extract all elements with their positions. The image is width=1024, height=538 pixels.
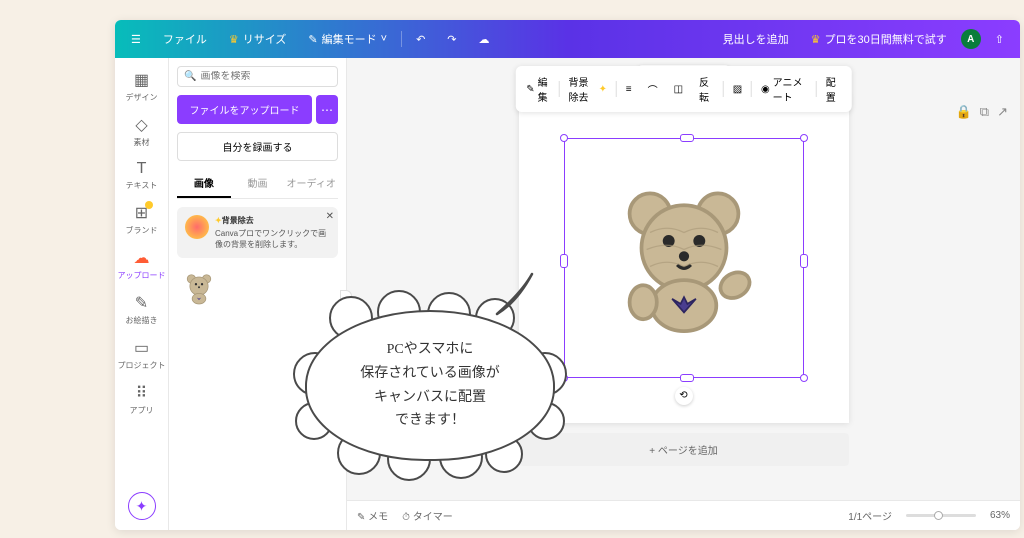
upload-thumb-bear[interactable] <box>177 266 221 310</box>
timer-button[interactable]: ⏱ タイマー <box>402 508 453 523</box>
add-page-button[interactable]: + ページを追加 <box>519 433 849 466</box>
nav-upload[interactable]: ☁アップロード <box>118 242 166 287</box>
user-avatar[interactable]: A <box>961 29 981 49</box>
selected-image-frame[interactable]: ⟲ <box>564 138 804 378</box>
magic-button[interactable]: ✦ <box>128 492 156 520</box>
corner-icon[interactable]: ⌒ <box>641 78 665 101</box>
try-pro-button[interactable]: ♛ プロを30日間無料で試す <box>803 27 955 51</box>
pencil-icon: ✎ <box>135 293 148 313</box>
context-toolbar: ✎ 編集 背景除去 ✦ ≡ ⌒ ◫ 反転 ▨ ◉ アニメート 配置 <box>515 66 852 112</box>
resize-handle-tm[interactable] <box>680 134 694 142</box>
crop-icon[interactable]: ◫ <box>667 80 690 99</box>
pro-badge <box>145 201 153 209</box>
search-input-wrap[interactable]: 🔍 <box>177 66 338 87</box>
tip-body: Canvaプロでワンクリックで画像の背景を削除します。 <box>215 228 330 250</box>
canvas-page-1[interactable]: ↻ 🔓 ⧉ 🗑 ⋯ <box>519 93 849 423</box>
file-menu[interactable]: ファイル <box>155 27 215 51</box>
nav-projects[interactable]: ▭プロジェクト <box>118 332 166 377</box>
media-tabs: 画像 動画 オーディオ <box>177 169 338 199</box>
animate-button[interactable]: ◉ アニメート <box>754 70 814 108</box>
cloud-sync-icon[interactable]: ☁ <box>471 29 498 50</box>
app-window: ☰ ファイル ♛リサイズ ✎ 編集モード ˅ ↶ ↷ ☁ 見出しを追加 ♛ プロ… <box>115 20 1020 530</box>
line-style-icon[interactable]: ≡ <box>619 80 639 99</box>
resize-handle-br[interactable] <box>800 374 808 382</box>
placed-bear-image[interactable] <box>599 173 769 343</box>
page-indicator[interactable]: 1/1ページ <box>848 508 892 523</box>
undo-button[interactable]: ↶ <box>408 29 433 50</box>
apps-icon: ⠿ <box>136 383 148 403</box>
nav-design[interactable]: ▦デザイン <box>118 64 166 109</box>
notes-button[interactable]: ✎ メモ <box>357 508 388 523</box>
hamburger-icon[interactable]: ☰ <box>123 29 149 50</box>
upload-options-button[interactable]: ⋯ <box>316 95 338 124</box>
panel-collapse-handle[interactable]: ‹ <box>340 290 352 330</box>
zoom-slider[interactable] <box>906 514 976 517</box>
nav-elements[interactable]: ◇素材 <box>118 109 166 154</box>
upload-panel: 🔍 ファイルをアップロード ⋯ 自分を録画する 画像 動画 オーディオ ✕ ✦背… <box>169 58 347 530</box>
nav-text[interactable]: Tテキスト <box>118 154 166 197</box>
resize-handle-rm[interactable] <box>800 254 808 268</box>
duplicate-icon[interactable]: ⧉ <box>980 104 989 120</box>
layout-icon: ▦ <box>134 70 149 90</box>
crown-icon: ♛ <box>811 33 821 46</box>
tab-image[interactable]: 画像 <box>177 169 231 198</box>
nav-apps[interactable]: ⠿アプリ <box>118 377 166 422</box>
main-area: ▦デザイン ◇素材 Tテキスト ⊞ブランド ☁アップロード ✎お絵描き ▭プロジ… <box>115 58 1020 530</box>
canvas-area: ✎ 編集 背景除去 ✦ ≡ ⌒ ◫ 反転 ▨ ◉ アニメート 配置 🔒 ⧉ ↗ <box>347 58 1020 530</box>
zoom-value[interactable]: 63% <box>990 510 1010 521</box>
text-icon: T <box>137 160 147 178</box>
bg-remove-tip: ✕ ✦背景除去 Canvaプロでワンクリックで画像の背景を削除します。 <box>177 207 338 258</box>
resize-handle-bl[interactable] <box>560 374 568 382</box>
add-heading-button[interactable]: 見出しを追加 <box>715 27 797 51</box>
left-nav-rail: ▦デザイン ◇素材 Tテキスト ⊞ブランド ☁アップロード ✎お絵描き ▭プロジ… <box>115 58 169 530</box>
redo-button[interactable]: ↷ <box>439 29 464 50</box>
search-input[interactable] <box>200 71 332 82</box>
page-action-icons: 🔒 ⧉ ↗ <box>956 104 1008 120</box>
bg-remove-icon <box>185 215 209 239</box>
lock-icon[interactable]: 🔒 <box>956 104 972 120</box>
edit-mode-menu[interactable]: ✎ 編集モード ˅ <box>300 27 395 51</box>
close-icon[interactable]: ✕ <box>326 211 334 222</box>
upload-file-button[interactable]: ファイルをアップロード <box>177 95 312 124</box>
resize-handle-bm[interactable] <box>680 374 694 382</box>
resize-menu[interactable]: ♛リサイズ <box>221 27 295 51</box>
zoom-thumb[interactable] <box>934 511 943 520</box>
upload-thumbs <box>177 266 338 310</box>
share-icon[interactable]: ⇧ <box>987 29 1012 50</box>
bottom-status-bar: ✎ メモ ⏱ タイマー 1/1ページ 63% <box>347 500 1020 530</box>
nav-brand[interactable]: ⊞ブランド <box>118 197 166 242</box>
tab-video[interactable]: 動画 <box>231 169 285 198</box>
top-menu-bar: ☰ ファイル ♛リサイズ ✎ 編集モード ˅ ↶ ↷ ☁ 見出しを追加 ♛ プロ… <box>115 20 1020 58</box>
cloud-upload-icon: ☁ <box>134 248 150 268</box>
export-icon[interactable]: ↗ <box>997 104 1008 120</box>
flip-button[interactable]: 反転 <box>692 70 721 108</box>
tip-title: ✦背景除去 <box>215 215 330 226</box>
folder-icon: ▭ <box>134 338 149 358</box>
shapes-icon: ◇ <box>135 115 147 135</box>
record-self-button[interactable]: 自分を録画する <box>177 132 338 161</box>
transparency-icon[interactable]: ▨ <box>726 80 749 99</box>
nav-drawing[interactable]: ✎お絵描き <box>118 287 166 332</box>
edit-image-button[interactable]: ✎ 編集 <box>519 70 557 108</box>
search-icon: 🔍 <box>184 71 196 82</box>
position-button[interactable]: 配置 <box>819 70 848 108</box>
rotate-handle[interactable]: ⟲ <box>675 387 693 405</box>
canvas-scroll[interactable]: ↻ 🔓 ⧉ 🗑 ⋯ <box>347 58 1020 500</box>
tab-audio[interactable]: オーディオ <box>284 169 338 198</box>
resize-handle-lm[interactable] <box>560 254 568 268</box>
bg-remove-button[interactable]: 背景除去 ✦ <box>562 70 614 108</box>
resize-handle-tl[interactable] <box>560 134 568 142</box>
resize-handle-tr[interactable] <box>800 134 808 142</box>
crown-icon: ♛ <box>229 33 239 46</box>
bear-thumb-svg <box>180 269 218 307</box>
